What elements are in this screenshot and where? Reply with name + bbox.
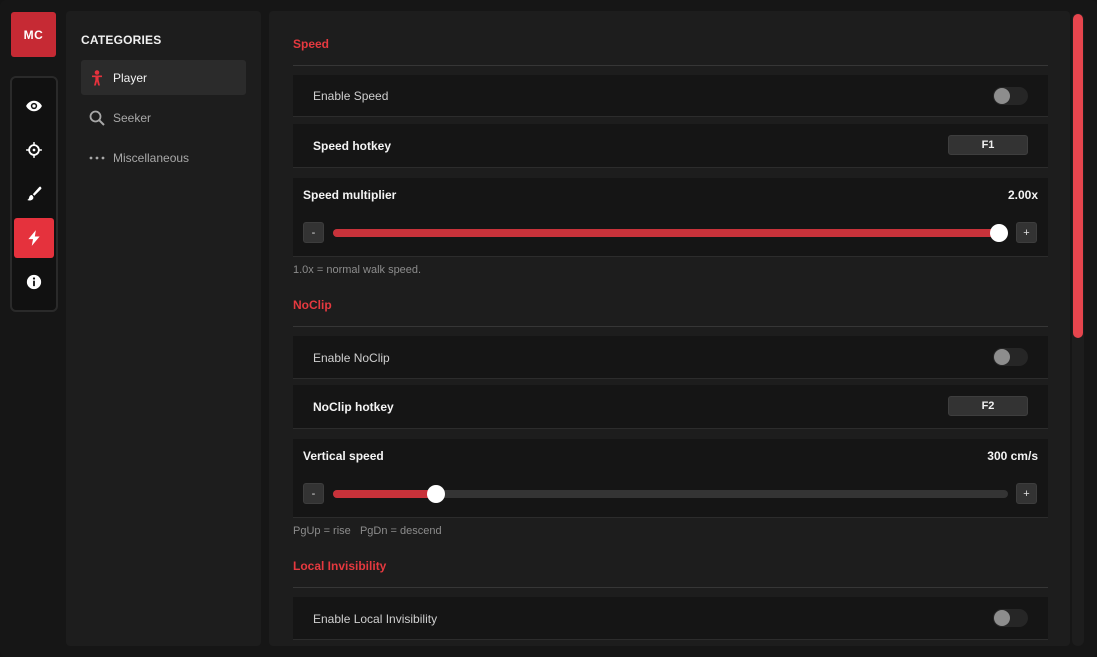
scrollbar-thumb[interactable] [1073,14,1083,338]
search-icon [87,110,107,126]
speed-hotkey-row: Speed hotkey F1 [293,124,1048,168]
rail-style-button[interactable] [14,174,54,214]
enable-invisibility-toggle[interactable] [993,609,1028,627]
rail-info-button[interactable] [14,262,54,302]
speed-hint: 1.0x = normal walk speed. [293,264,422,276]
enable-speed-toggle[interactable] [993,87,1028,105]
vertical-speed-decrease-button[interactable]: - [303,483,324,504]
noclip-hotkey-button[interactable]: F2 [948,396,1028,416]
category-seeker[interactable]: Seeker [81,100,246,135]
section-divider [293,587,1048,588]
rail-aim-button[interactable] [14,130,54,170]
app-window: MC CATEGORIES Player Seeker Miscellaneou… [0,0,1097,657]
speed-hotkey-button[interactable]: F1 [948,135,1028,155]
rail-visuals-button[interactable] [14,86,54,126]
enable-speed-row: Enable Speed [293,75,1048,117]
vertical-speed-slider[interactable] [333,485,1008,503]
category-player[interactable]: Player [81,60,246,95]
slider-fill [333,490,436,498]
brand-logo: MC [11,12,56,57]
person-icon [87,69,107,86]
categories-panel: CATEGORIES Player Seeker Miscellaneous [66,11,261,646]
enable-speed-label: Enable Speed [313,89,389,103]
lightning-icon [28,230,40,246]
enable-invisibility-label: Enable Local Invisibility [313,612,438,626]
category-label: Miscellaneous [113,150,190,165]
section-title-noclip: NoClip [293,298,332,312]
noclip-hotkey-row: NoClip hotkey F2 [293,385,1048,429]
more-dots-icon [87,150,107,166]
speed-multiplier-row: Speed multiplier 2.00x - + [293,178,1048,257]
eye-icon [26,100,42,112]
section-title-speed: Speed [293,37,330,51]
category-label: Seeker [113,110,152,125]
section-divider [293,326,1048,327]
slider-thumb[interactable] [426,485,445,503]
speed-multiplier-slider[interactable] [333,224,1008,242]
toggle-knob [994,88,1010,104]
brush-icon [27,186,42,201]
settings-panel: Speed Enable Speed Speed hotkey F1 Speed… [269,11,1070,646]
enable-noclip-label: Enable NoClip [313,351,390,365]
slider-thumb[interactable] [989,224,1008,242]
vertical-speed-row: Vertical speed 300 cm/s - + [293,439,1048,518]
speed-decrease-button[interactable]: - [303,222,324,243]
icon-rail [10,76,58,312]
category-label: Player [113,70,148,85]
speed-multiplier-label: Speed multiplier [303,188,397,202]
enable-invisibility-row: Enable Local Invisibility [293,597,1048,640]
vertical-speed-increase-button[interactable]: + [1016,483,1037,504]
speed-multiplier-value: 2.00x [1007,188,1038,202]
speed-increase-button[interactable]: + [1016,222,1037,243]
info-icon [26,274,42,290]
vertical-scrollbar[interactable] [1072,13,1084,646]
speed-hotkey-label: Speed hotkey [313,139,392,153]
section-divider [293,65,1048,66]
vertical-speed-label: Vertical speed [303,449,384,463]
toggle-knob [994,349,1010,365]
enable-noclip-row: Enable NoClip [293,336,1048,379]
section-title-invisibility: Local Invisibility [293,559,387,573]
crosshair-icon [26,142,42,158]
categories-title: CATEGORIES [81,33,162,47]
enable-noclip-toggle[interactable] [993,348,1028,366]
category-miscellaneous[interactable]: Miscellaneous [81,140,246,175]
vertical-speed-value: 300 cm/s [987,449,1038,463]
noclip-hotkey-label: NoClip hotkey [313,400,394,414]
toggle-knob [994,610,1010,626]
rail-movement-button[interactable] [14,218,54,258]
slider-fill [333,229,999,237]
noclip-hint: PgUp = rise PgDn = descend [293,525,442,537]
